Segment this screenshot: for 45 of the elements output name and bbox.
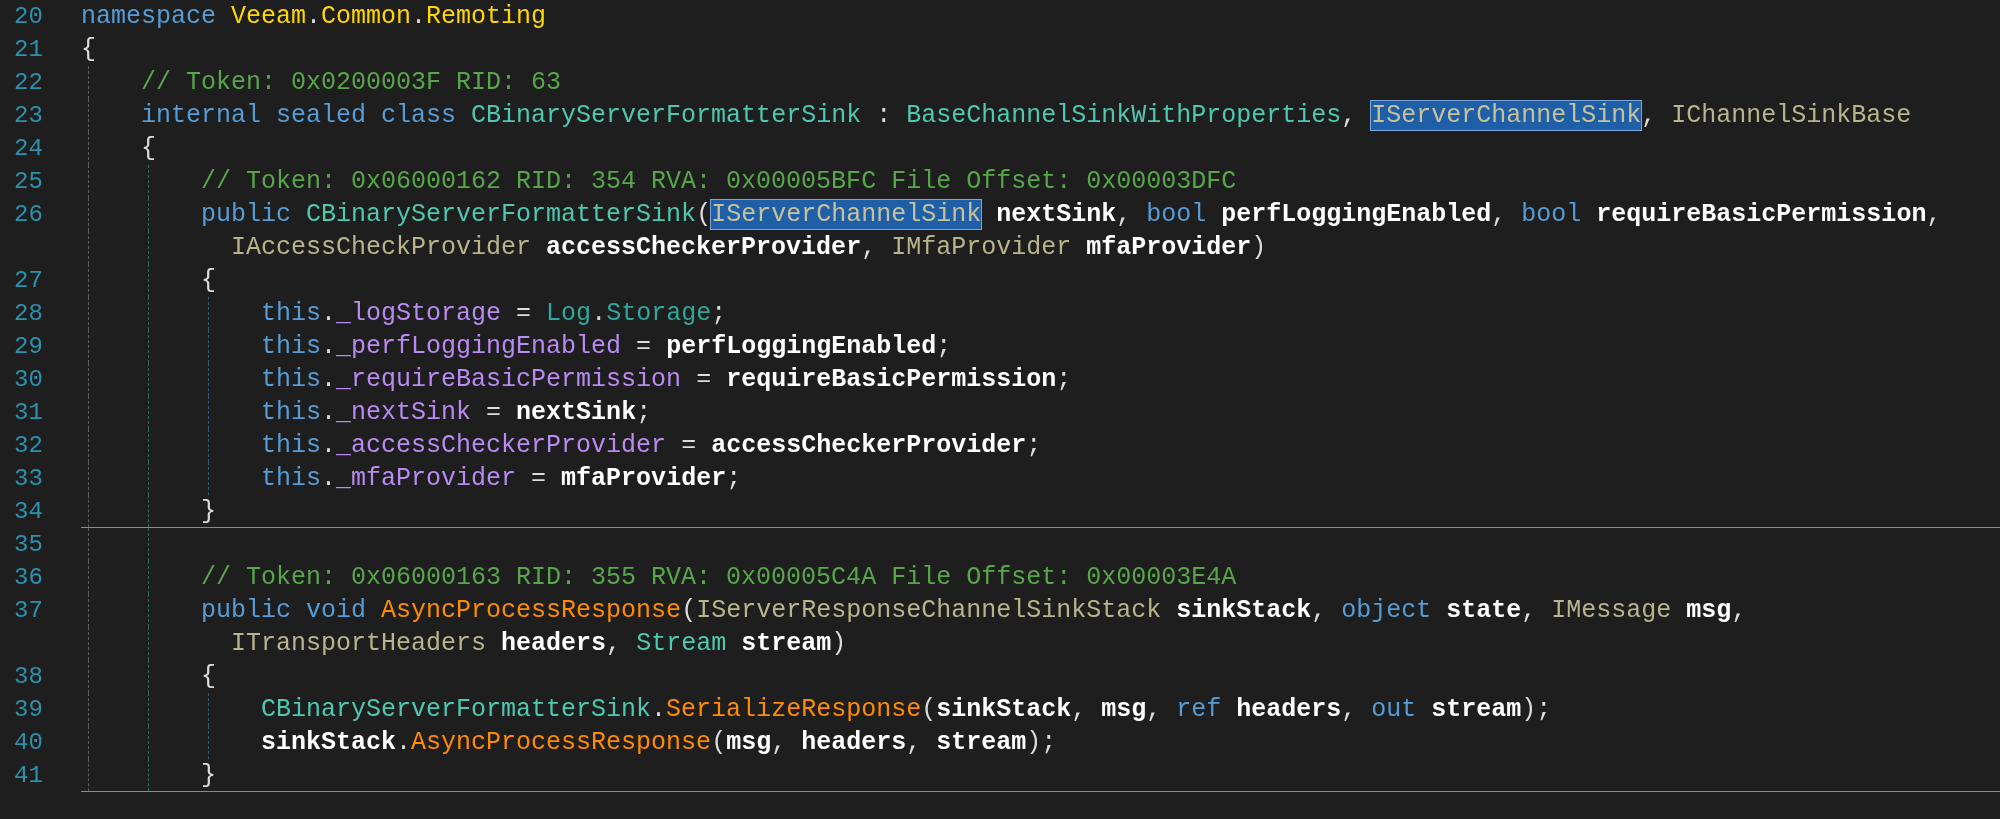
line-number: 34 bbox=[14, 498, 43, 525]
line-number: 20 bbox=[14, 3, 43, 30]
code-line: this._requireBasicPermission = requireBasicPermission; bbox=[260, 365, 1072, 394]
line-number: 36 bbox=[14, 564, 43, 591]
code-line: { bbox=[200, 266, 217, 295]
code-line: // Token: 0x06000162 RID: 354 RVA: 0x00005BFC File Offset: 0x00003DFC bbox=[200, 167, 1237, 196]
code-line: ITransportHeaders headers, Stream stream) bbox=[230, 629, 847, 658]
code-line: // Token: 0x0200003F RID: 63 bbox=[140, 68, 562, 97]
line-number: 25 bbox=[14, 168, 43, 195]
code-line: internal sealed class CBinaryServerFormatterSink : BaseChannelSinkWithProperties, IServerChannelSink, IChannelSinkBase bbox=[140, 101, 1912, 130]
code-line: namespace Veeam.Common.Remoting bbox=[81, 2, 547, 31]
line-number: 41 bbox=[14, 762, 43, 789]
line-number: 39 bbox=[14, 696, 43, 723]
line-number: 26 bbox=[14, 201, 43, 228]
line-number: 23 bbox=[14, 102, 43, 129]
line-number: 38 bbox=[14, 663, 43, 690]
line-number: 29 bbox=[14, 333, 43, 360]
code-line: this._logStorage = Log.Storage; bbox=[260, 299, 727, 328]
line-number: 33 bbox=[14, 465, 43, 492]
code-line: { bbox=[140, 134, 156, 163]
code-line: sinkStack.AsyncProcessResponse(msg, headers, stream); bbox=[260, 728, 1057, 757]
code-line: this._nextSink = nextSink; bbox=[260, 398, 652, 427]
code-line: this._perfLoggingEnabled = perfLoggingEnabled; bbox=[260, 332, 952, 361]
line-number: 31 bbox=[14, 399, 43, 426]
line-number: 28 bbox=[14, 300, 43, 327]
line-number: 35 bbox=[14, 531, 43, 558]
line-number: 37 bbox=[14, 597, 43, 624]
line-number: 24 bbox=[14, 135, 43, 162]
code-line: this._mfaProvider = mfaProvider; bbox=[260, 464, 742, 493]
line-number: 21 bbox=[14, 36, 43, 63]
line-number: 32 bbox=[14, 432, 43, 459]
code-line: // Token: 0x06000163 RID: 355 RVA: 0x00005C4A File Offset: 0x00003E4A bbox=[200, 563, 1237, 592]
code-line: { bbox=[200, 662, 217, 691]
code-line: { bbox=[81, 35, 96, 64]
code-line: this._accessCheckerProvider = accessCheckerProvider; bbox=[260, 431, 1042, 460]
line-number: 40 bbox=[14, 729, 43, 756]
line-number: 22 bbox=[14, 69, 43, 96]
line-number: 30 bbox=[14, 366, 43, 393]
code-line: public CBinaryServerFormatterSink(IServerChannelSink nextSink, bool perfLoggingEnabled, bool requireBasicPermission, bbox=[200, 200, 1942, 229]
code-line: public void AsyncProcessResponse(IServerResponseChannelSinkStack sinkStack, object state, IMessage msg, bbox=[200, 596, 1747, 625]
code-line: } bbox=[200, 497, 217, 526]
line-number: 27 bbox=[14, 267, 43, 294]
code-line: } bbox=[200, 761, 217, 790]
code-line: IAccessCheckProvider accessCheckerProvider, IMfaProvider mfaProvider) bbox=[230, 233, 1267, 262]
code-line: CBinaryServerFormatterSink.SerializeResponse(sinkStack, msg, ref headers, out stream); bbox=[260, 695, 1552, 724]
